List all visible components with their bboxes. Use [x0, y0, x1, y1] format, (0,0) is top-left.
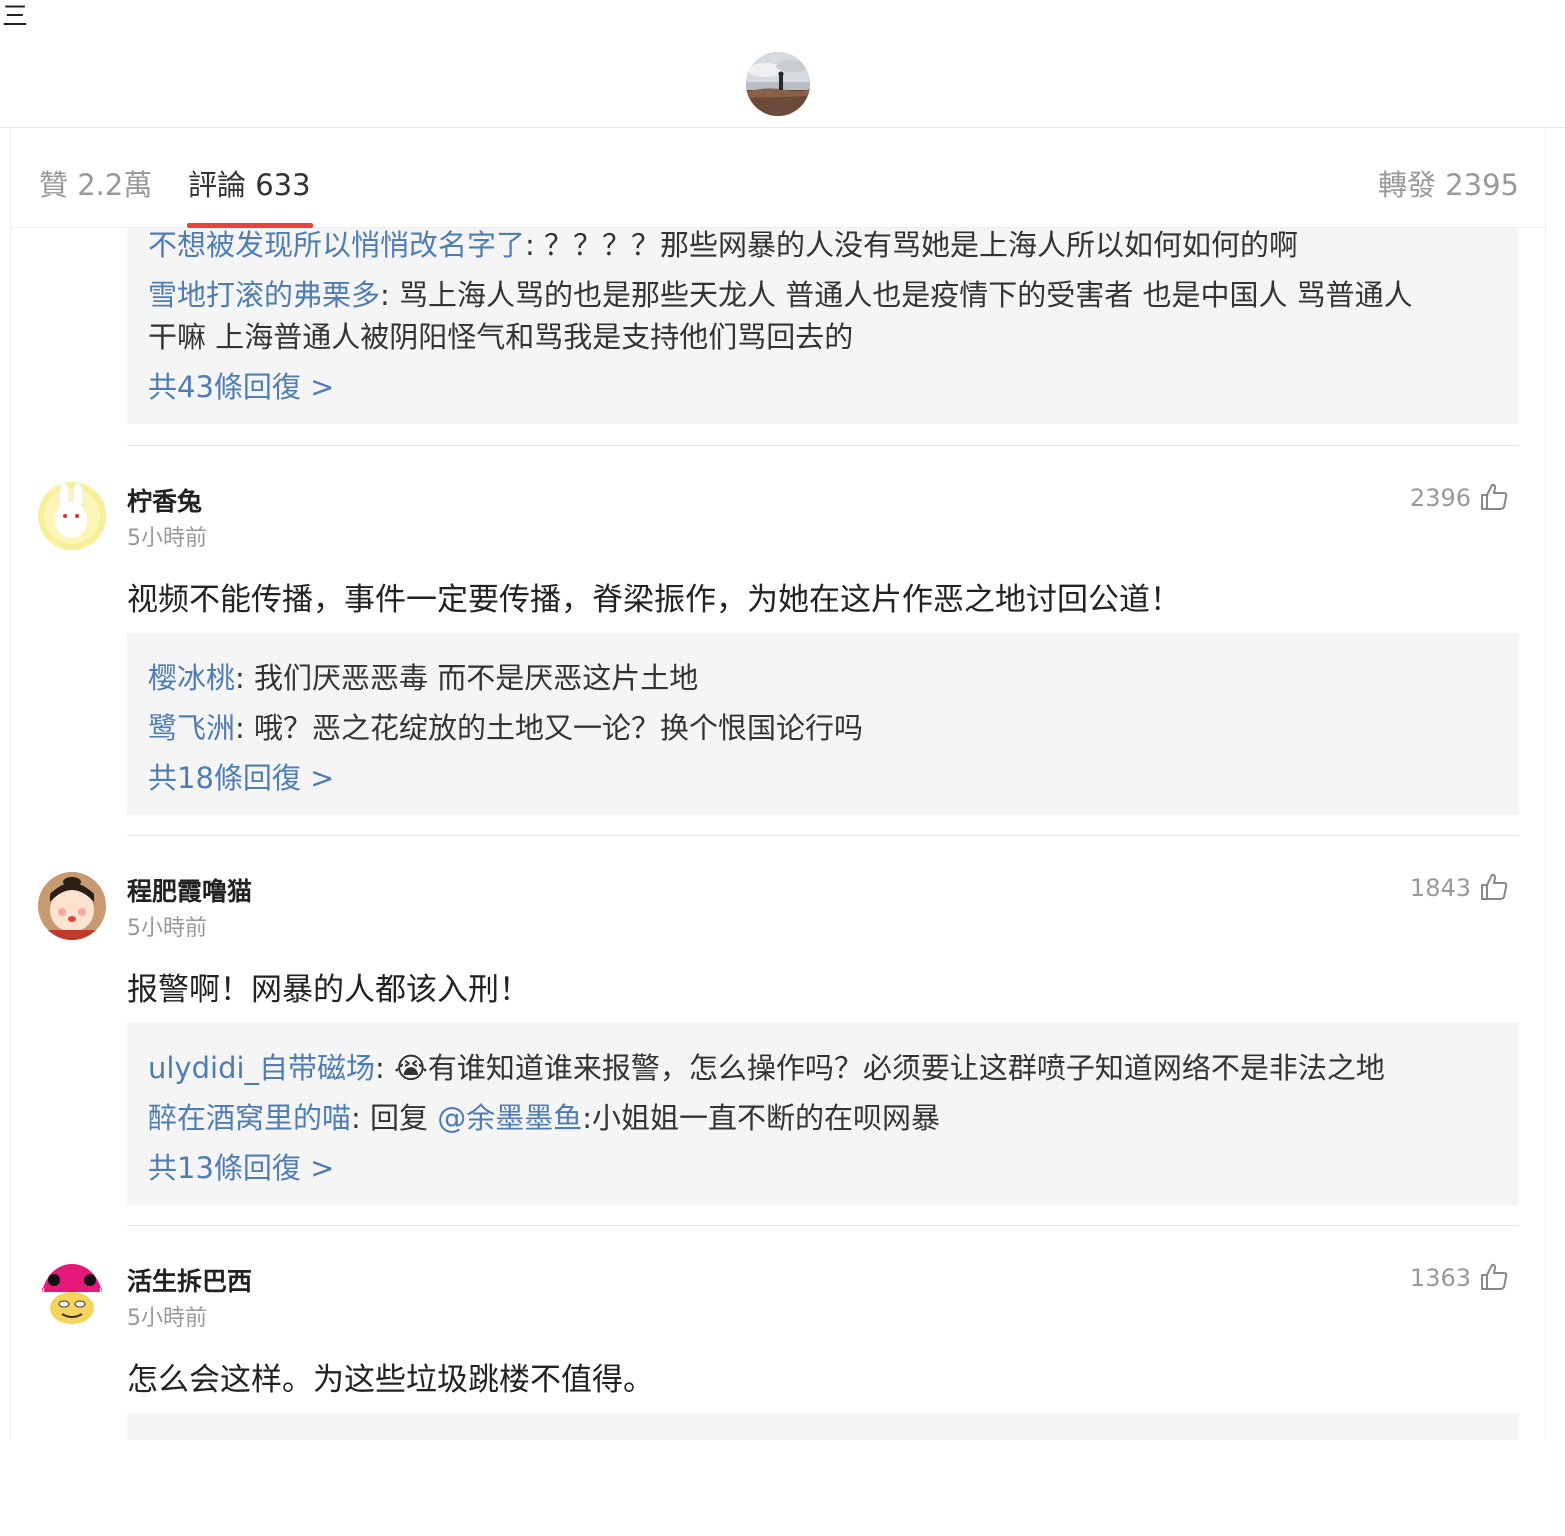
avatar[interactable]	[38, 482, 106, 550]
top-bar: 三	[0, 0, 1565, 128]
reply-item: ulydidi_自带磁场: 😭有谁知道谁来报警，怎么操作吗？必须要让这群喷子知道…	[148, 1047, 1385, 1089]
reply-text-continued: 干嘛 上海普通人被阴阳怪气和骂我是支持他们骂回去的	[148, 320, 854, 354]
avatar[interactable]	[38, 872, 106, 940]
divider	[127, 445, 1519, 446]
reply-username[interactable]: ulydidi_自带磁场	[148, 1051, 375, 1085]
poster-avatar[interactable]	[746, 52, 810, 116]
like-count: 1363	[1409, 1264, 1471, 1292]
reply-text: : 哦？恶之花绽放的土地又一论？换个恨国论行吗	[235, 711, 864, 745]
comment-text: 报警啊！网暴的人都该入刑！	[127, 972, 530, 1008]
reply-username[interactable]: 雪地打滚的弗栗多	[148, 278, 380, 312]
like-count: 2396	[1409, 484, 1471, 512]
menu-icon[interactable]: 三	[2, 2, 28, 32]
comment-time: 5小時前	[127, 1306, 207, 1331]
reply-block: 樱冰桃: 我们厌恶恶毒 而不是厌恶这片土地 鹭飞洲: 哦？恶之花绽放的土地又一论…	[127, 633, 1519, 815]
reply-text: : 😭有谁知道谁来报警，怎么操作吗？必须要让这群喷子知道网络不是非法之地	[375, 1051, 1385, 1085]
thumbs-up-icon[interactable]	[1479, 482, 1509, 512]
reply-block: ulydidi_自带磁场: 😭有谁知道谁来报警，怎么操作吗？必须要让这群喷子知道…	[127, 1023, 1519, 1205]
more-replies-link[interactable]: 共13條回復 >	[148, 1147, 334, 1189]
avatar[interactable]	[38, 1262, 106, 1330]
reply-block	[127, 1413, 1519, 1440]
comment-time: 5小時前	[127, 526, 207, 551]
reply-text: : ？？？？那些网暴的人没有骂她是上海人所以如何如何的啊	[525, 228, 1299, 262]
reply-item: 醉在酒窝里的喵: 回复 @余墨墨鱼:小姐姐一直不断的在呗网暴	[148, 1097, 940, 1139]
tab-comments[interactable]: 評論 633	[188, 162, 311, 204]
more-replies-link[interactable]: 共43條回復 >	[148, 366, 334, 408]
tab-likes[interactable]: 贊 2.2萬	[39, 162, 152, 204]
tab-reposts[interactable]: 轉發 2395	[1378, 162, 1519, 204]
tab-bar: 贊 2.2萬 評論 633 轉發 2395	[11, 128, 1545, 228]
thumbs-up-icon[interactable]	[1479, 1262, 1509, 1292]
comment-text: 视频不能传播，事件一定要传播，脊梁振作，为她在这片作恶之地讨回公道！	[127, 582, 1181, 618]
comment-username[interactable]: 程肥霞噜猫	[127, 872, 252, 908]
comment-username[interactable]: 柠香兔	[127, 482, 202, 518]
reply-item: 不想被发现所以悄悄改名字了: ？？？？那些网暴的人没有骂她是上海人所以如何如何的…	[148, 224, 1298, 266]
reply-item: 雪地打滚的弗栗多: 骂上海人骂的也是那些天龙人 普通人也是疫情下的受害者 也是中…	[148, 274, 1413, 316]
comment-text: 怎么会这样。为这些垃圾跳楼不值得。	[127, 1362, 654, 1398]
reply-block: 不想被发现所以悄悄改名字了: ？？？？那些网暴的人没有骂她是上海人所以如何如何的…	[127, 228, 1519, 424]
comment-username[interactable]: 活生拆巴西	[127, 1262, 252, 1298]
reply-username[interactable]: 醉在酒窝里的喵	[148, 1101, 351, 1135]
reply-text-continued: :小姐姐一直不断的在呗网暴	[582, 1101, 941, 1135]
active-tab-indicator	[187, 223, 313, 228]
divider	[127, 835, 1519, 836]
reply-username[interactable]: 樱冰桃	[148, 661, 235, 695]
reply-username[interactable]: 不想被发现所以悄悄改名字了	[148, 228, 525, 262]
thumbs-up-icon[interactable]	[1479, 872, 1509, 902]
mention-link[interactable]: @余墨墨鱼	[437, 1101, 582, 1135]
reply-item: 樱冰桃: 我们厌恶恶毒 而不是厌恶这片土地	[148, 657, 698, 699]
reply-username[interactable]: 鹭飞洲	[148, 711, 235, 745]
more-replies-link[interactable]: 共18條回復 >	[148, 757, 334, 799]
comments-panel: 贊 2.2萬 評論 633 轉發 2395 不想被发现所以悄悄改名字了: ？？？…	[10, 128, 1546, 1440]
reply-text: : 骂上海人骂的也是那些天龙人 普通人也是疫情下的受害者 也是中国人 骂普通人	[380, 278, 1413, 312]
comment-time: 5小時前	[127, 916, 207, 941]
reply-text: : 我们厌恶恶毒 而不是厌恶这片土地	[235, 661, 699, 695]
weibo-comments-page: 三 贊 2.2萬 評論 633 轉發 2395 不想被发现所以悄悄改名字了: ？…	[0, 0, 1565, 1536]
reply-text: : 回复	[351, 1101, 438, 1135]
reply-item: 鹭飞洲: 哦？恶之花绽放的土地又一论？换个恨国论行吗	[148, 707, 863, 749]
like-count: 1843	[1409, 874, 1471, 902]
divider	[127, 1225, 1519, 1226]
